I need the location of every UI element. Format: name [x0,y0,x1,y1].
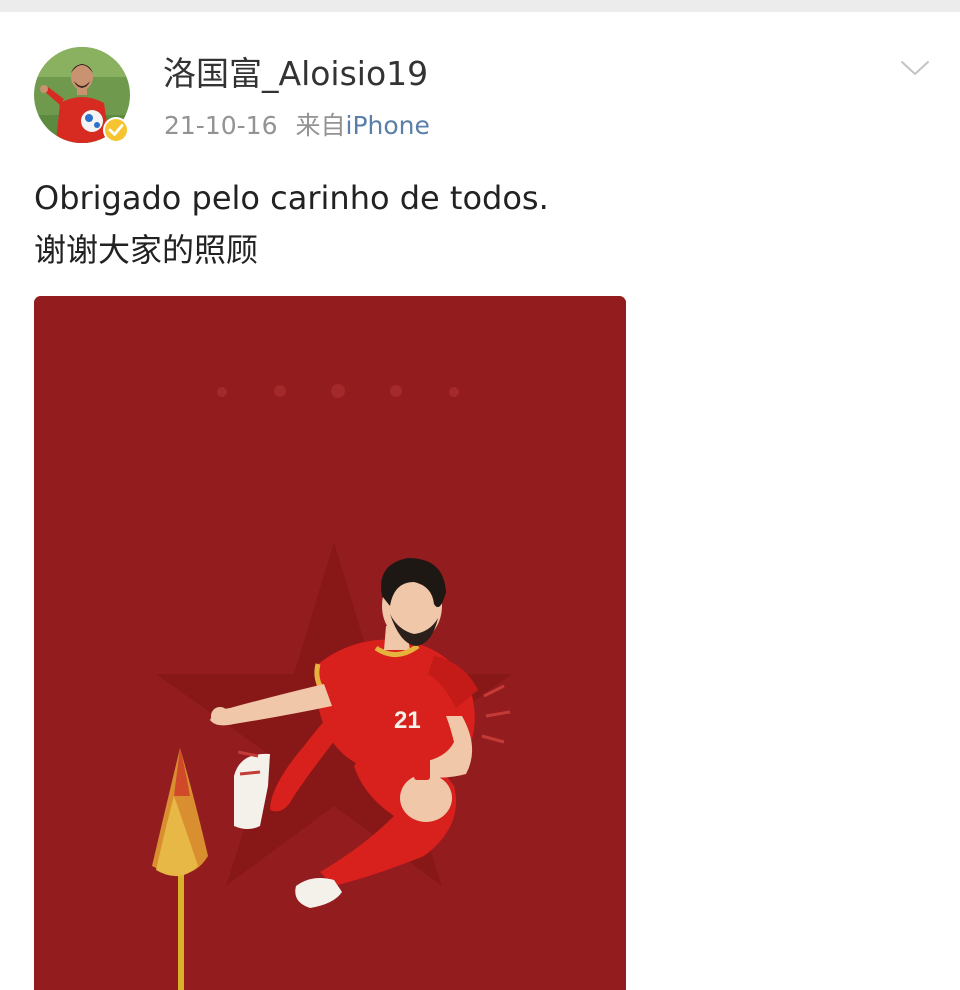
post-meta: 21-10-16 来自iPhone [164,108,430,144]
post-source-device[interactable]: iPhone [346,111,430,140]
post-body: Obrigado pelo carinho de todos. 谢谢大家的照顾 [34,172,549,276]
jersey-number: 21 [394,707,421,734]
chevron-down-icon[interactable] [898,56,932,80]
author-name[interactable]: 洛国富_Aloisio19 [163,52,428,96]
top-status-strip [0,0,960,12]
verified-badge-icon [103,117,129,143]
post-date: 21-10-16 [164,111,278,140]
author-avatar[interactable] [34,47,130,143]
post-image[interactable]: 21 [34,296,626,990]
post-text-line: 谢谢大家的照顾 [34,231,259,269]
post-source-prefix: 来自 [295,111,346,140]
post-text-line: Obrigado pelo carinho de todos. [34,179,549,217]
